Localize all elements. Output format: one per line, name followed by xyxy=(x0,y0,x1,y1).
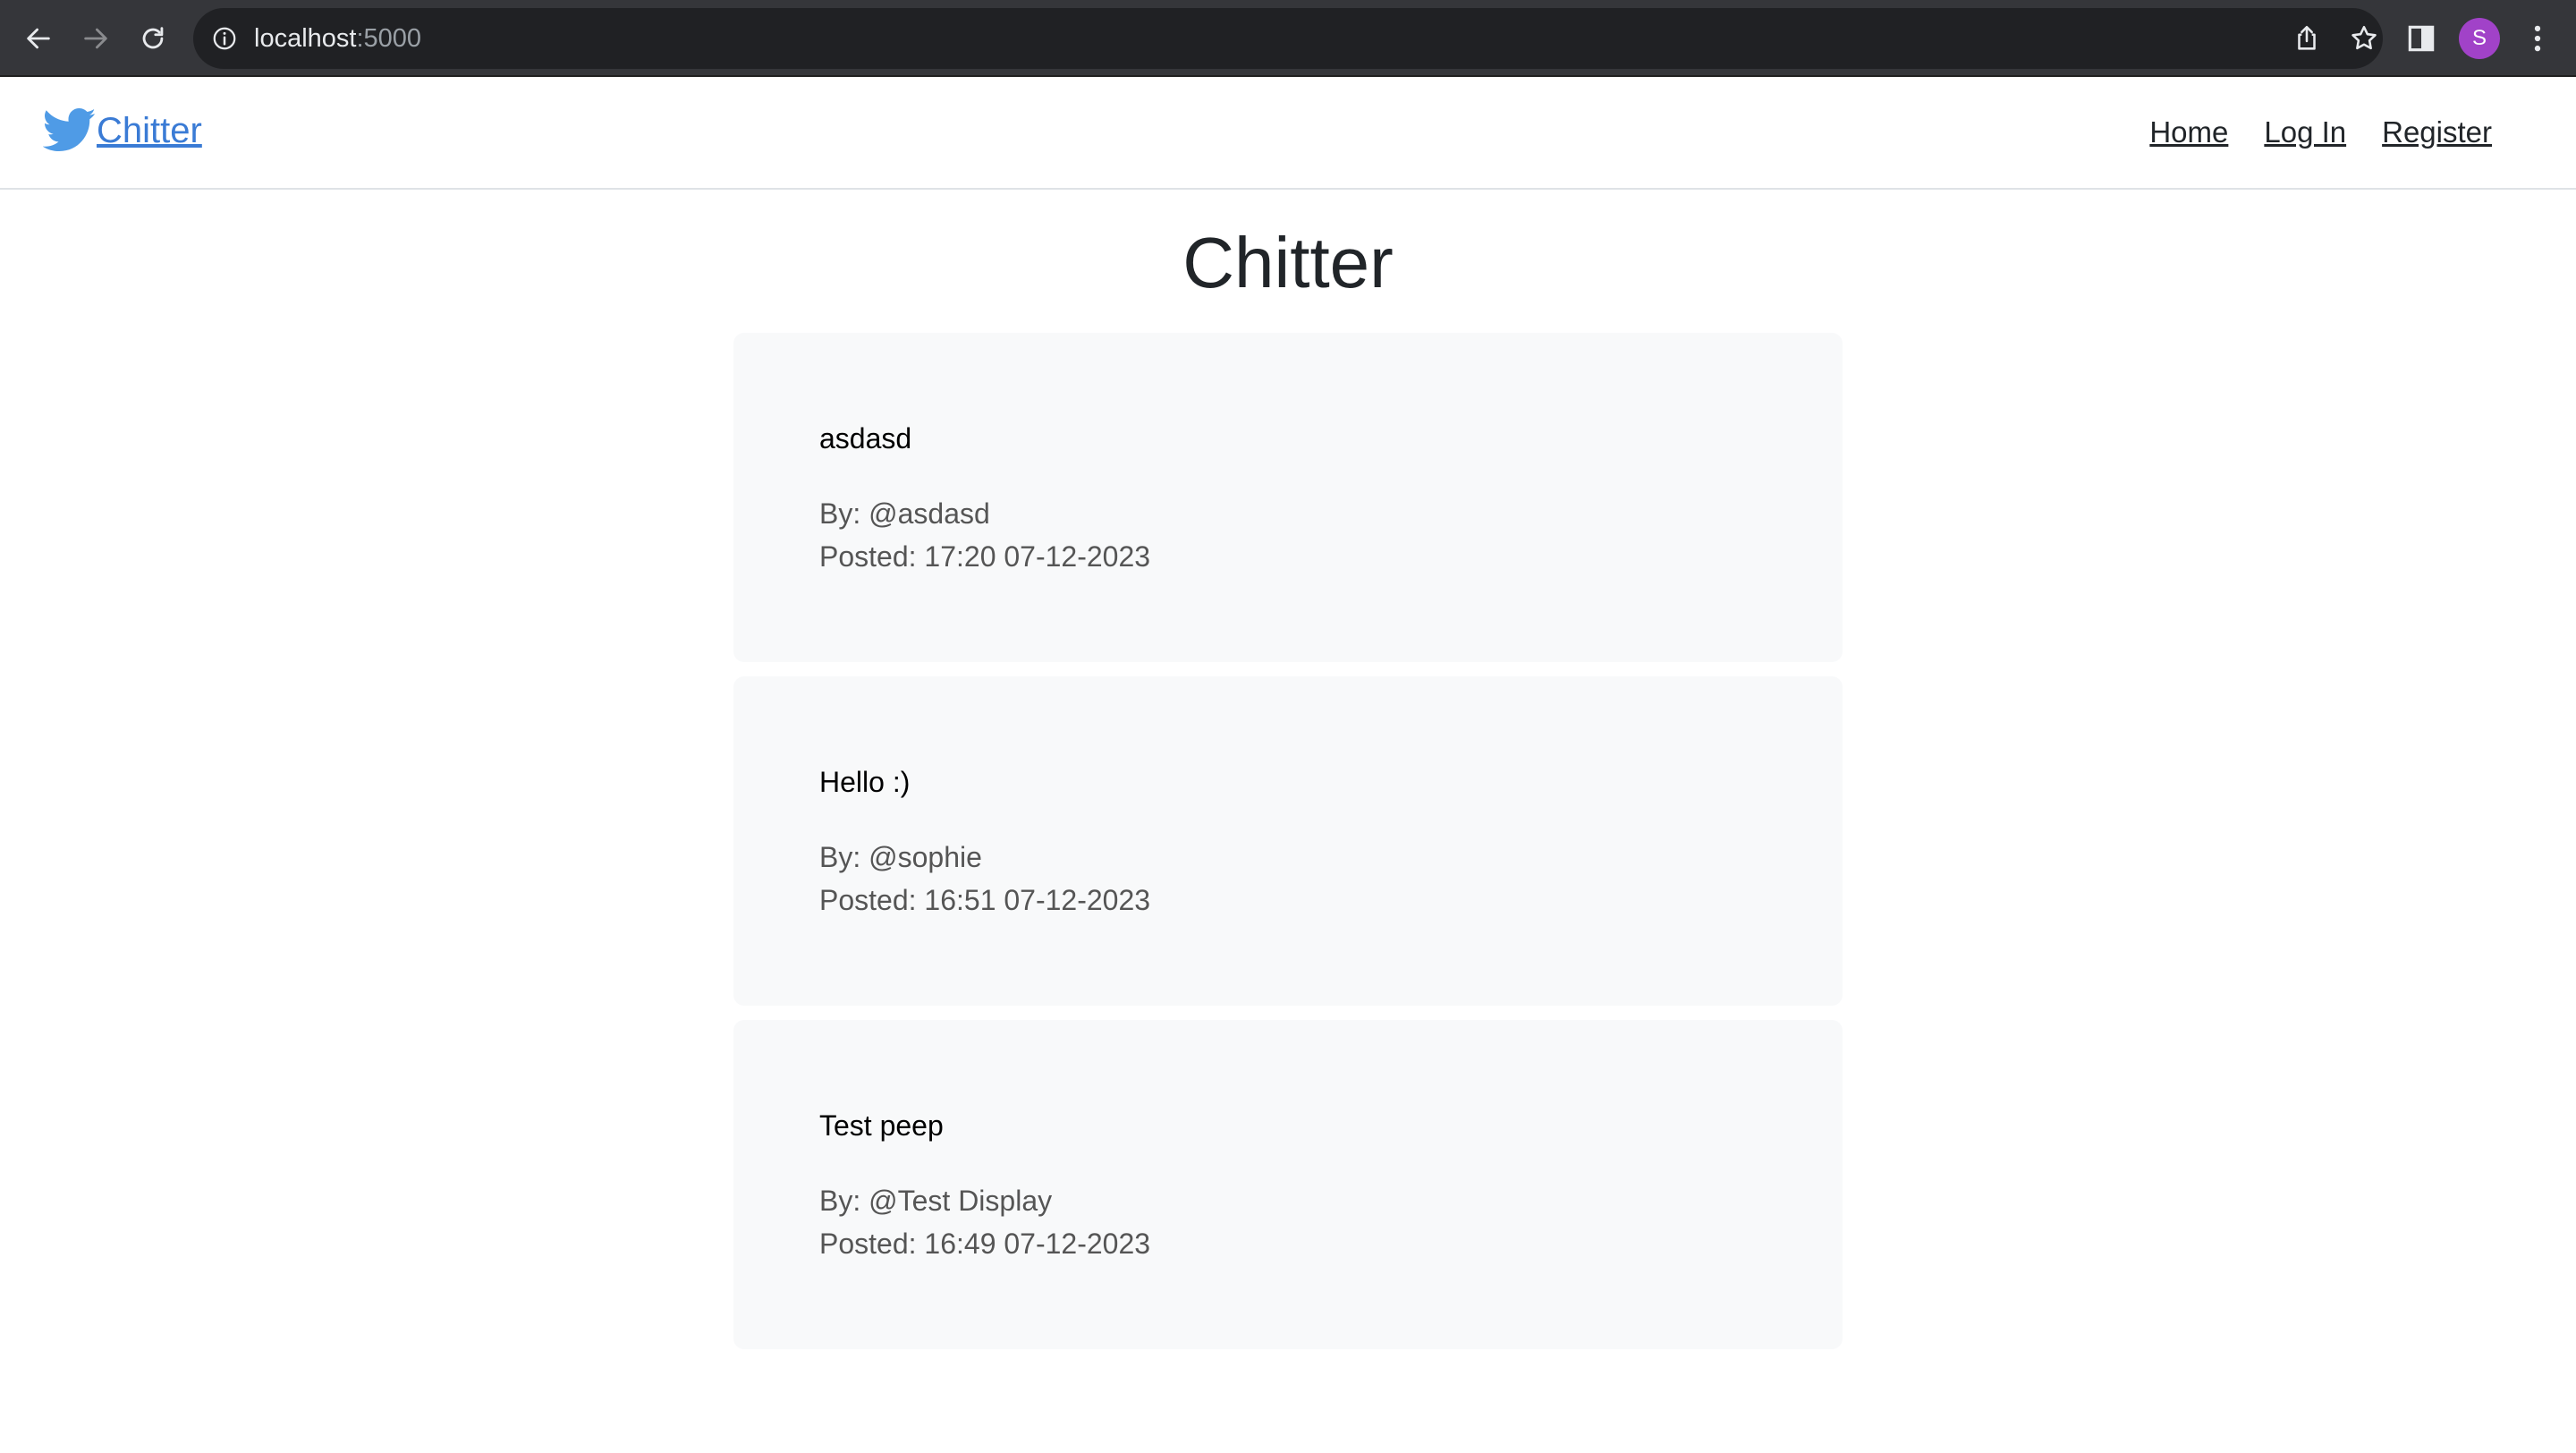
url-text[interactable]: localhost:5000 xyxy=(254,8,421,69)
brand-link[interactable]: Chitter xyxy=(43,107,202,154)
peep-author: By: @sophie xyxy=(819,841,982,873)
peep-meta: By: @asdasd Posted: 17:20 07-12-2023 xyxy=(819,492,1150,578)
peep-timestamp: Posted: 16:51 07-12-2023 xyxy=(819,884,1151,916)
nav-link-home[interactable]: Home xyxy=(2149,113,2228,152)
side-panel-icon[interactable] xyxy=(2404,21,2438,55)
nav-link-login[interactable]: Log In xyxy=(2264,113,2346,152)
site-navbar: Chitter Home Log In Register xyxy=(0,77,2576,190)
peep-card: Hello :) By: @sophie Posted: 16:51 07-12… xyxy=(733,676,1843,1006)
peep-text: asdasd xyxy=(819,422,912,455)
forward-arrow-icon xyxy=(84,28,107,49)
twitter-bird-icon xyxy=(43,108,96,151)
peep-text: Test peep xyxy=(819,1109,944,1142)
brand-label: Chitter xyxy=(97,111,202,150)
peep-meta: By: @sophie Posted: 16:51 07-12-2023 xyxy=(819,836,1150,922)
peep-timestamp: Posted: 16:49 07-12-2023 xyxy=(819,1228,1151,1260)
site-info-icon[interactable] xyxy=(211,25,238,52)
nav-links: Home Log In Register xyxy=(2149,113,2492,152)
page-title: Chitter xyxy=(1182,223,1394,302)
peep-card: Test peep By: @Test Display Posted: 16:4… xyxy=(733,1020,1843,1349)
nav-link-register[interactable]: Register xyxy=(2382,113,2492,152)
browser-toolbar: localhost:5000 S xyxy=(0,0,2576,77)
address-bar[interactable]: localhost:5000 xyxy=(193,8,2383,69)
back-button[interactable] xyxy=(18,18,59,59)
reload-icon xyxy=(142,27,164,49)
peep-author: By: @asdasd xyxy=(819,497,990,530)
back-arrow-icon xyxy=(27,28,50,49)
peep-timestamp: Posted: 17:20 07-12-2023 xyxy=(819,540,1151,573)
url-host: localhost xyxy=(254,24,357,53)
peep-list: asdasd By: @asdasd Posted: 17:20 07-12-2… xyxy=(733,333,1843,1364)
forward-button[interactable] xyxy=(75,18,116,59)
peep-card: asdasd By: @asdasd Posted: 17:20 07-12-2… xyxy=(733,333,1843,662)
bookmark-star-icon[interactable] xyxy=(2349,23,2379,54)
peep-text: Hello :) xyxy=(819,766,911,798)
peep-author: By: @Test Display xyxy=(819,1185,1053,1217)
share-icon[interactable] xyxy=(2292,23,2322,54)
more-menu-icon[interactable] xyxy=(2521,21,2555,55)
url-port: :5000 xyxy=(356,24,422,53)
reload-button[interactable] xyxy=(132,18,174,59)
peep-meta: By: @Test Display Posted: 16:49 07-12-20… xyxy=(819,1179,1150,1265)
profile-avatar[interactable]: S xyxy=(2459,18,2500,59)
